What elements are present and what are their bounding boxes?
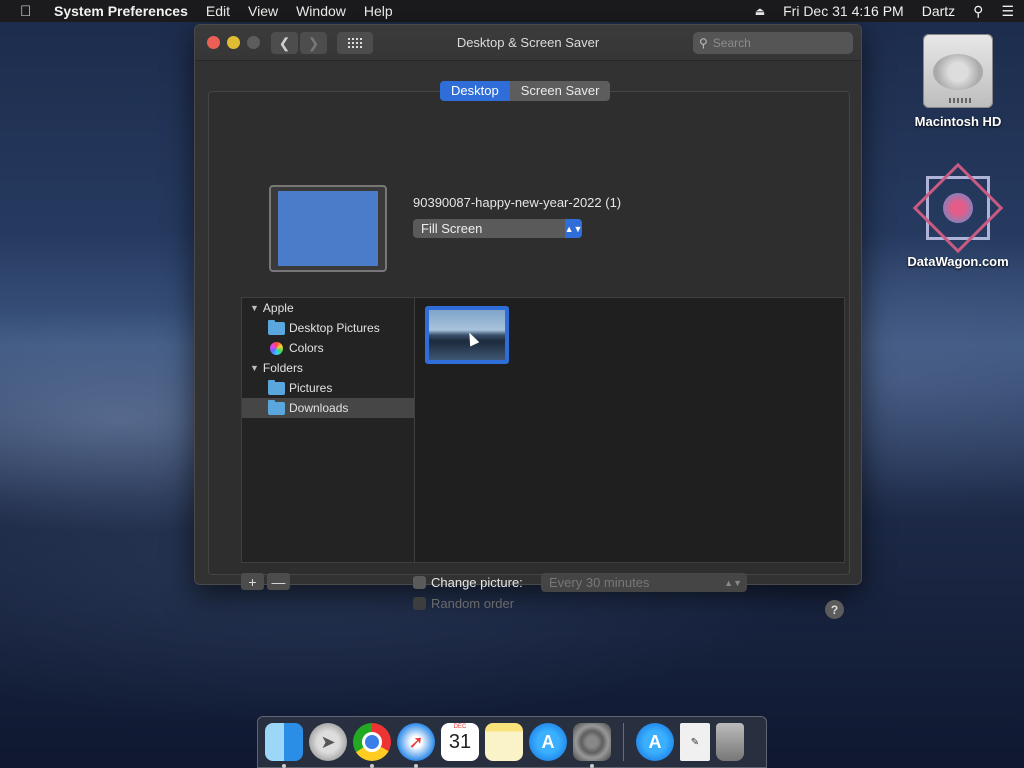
calendar-icon[interactable]: DEC 31 [441,723,479,761]
menu-bar:  System Preferences Edit View Window He… [0,0,1024,22]
menu-window[interactable]: Window [296,3,346,19]
safari-icon[interactable]: ➚ [397,723,435,768]
desktop-icon-macintosh-hd[interactable]: Macintosh HD [903,34,1013,129]
source-item-pictures[interactable]: Pictures [242,378,414,398]
help-button[interactable]: ? [825,600,844,619]
notification-center-icon[interactable]: ☰ [1001,3,1014,20]
change-picture-label: Change picture: [431,575,523,590]
system-preferences-icon[interactable] [573,723,611,768]
preferences-window: ❮ ❯ Desktop & Screen Saver ⚲ Search 9039… [194,24,862,619]
datawagon-icon [912,162,1004,254]
minimize-button[interactable] [227,36,240,49]
apple-menu-icon[interactable]:  [20,3,36,20]
search-field[interactable]: ⚲ Search [693,32,853,54]
add-folder-button[interactable]: + [241,573,264,590]
folder-icon [268,399,285,415]
chrome-icon[interactable] [353,723,391,768]
tab-screen-saver[interactable]: Screen Saver [509,81,611,101]
window-controls [207,36,260,49]
show-all-button[interactable] [337,32,373,54]
picture-grid [414,297,845,563]
fill-mode-select[interactable]: Fill Screen ▲▼ [413,219,582,238]
desktop-icon-label: DataWagon.com [907,254,1009,269]
updown-chevron-icon: ▲▼ [724,577,742,588]
fill-mode-value: Fill Screen [421,221,483,236]
random-order-checkbox[interactable] [413,597,426,610]
current-picture-preview [269,185,387,272]
current-picture-name: 90390087-happy-new-year-2022 (1) [413,195,622,210]
grid-icon [348,38,362,48]
source-item-colors[interactable]: Colors [242,338,414,358]
close-button[interactable] [207,36,220,49]
forward-button[interactable]: ❯ [300,32,327,54]
trash-icon[interactable] [716,723,744,761]
menu-help[interactable]: Help [364,3,393,19]
tab-bar: Desktop Screen Saver [440,81,611,101]
chevron-left-icon: ❮ [278,34,291,51]
folder-icon [268,379,285,395]
notes-icon[interactable] [485,723,523,761]
menu-app-name[interactable]: System Preferences [54,3,188,19]
app-store-download-icon[interactable]: A [636,723,674,761]
source-group-apple[interactable]: ▼ Apple [242,298,414,318]
random-order-label: Random order [431,596,515,611]
launchpad-icon[interactable]: ➤ [309,723,347,761]
dock-separator [623,723,624,761]
back-button[interactable]: ❮ [271,32,298,54]
disclosure-triangle-icon[interactable]: ▼ [250,303,259,313]
change-picture-checkbox[interactable] [413,576,426,589]
app-store-icon[interactable]: A [529,723,567,761]
document-icon[interactable]: ✎ [680,723,710,761]
menu-edit[interactable]: Edit [206,3,230,19]
dock: ➤ ➚ DEC 31 A A ✎ [257,716,767,768]
change-interval-select[interactable]: Every 30 minutes ▲▼ [541,573,747,592]
finder-icon[interactable] [265,723,303,768]
folder-icon [268,319,285,335]
updown-chevron-icon: ▲▼ [565,219,582,238]
source-group-folders[interactable]: ▼ Folders [242,358,414,378]
desktop-icon-label: Macintosh HD [914,114,1002,129]
spotlight-search-icon[interactable]: ⚲ [973,3,983,20]
source-list: ▼ Apple Desktop Pictures Colors ▼ Folder… [241,297,414,563]
chevron-right-icon: ❯ [307,34,320,51]
desktop-icon-datawagon[interactable]: DataWagon.com [903,162,1013,269]
clock[interactable]: Fri Dec 31 4:16 PM [783,3,904,19]
content-panel: 90390087-happy-new-year-2022 (1) Fill Sc… [208,91,850,619]
disclosure-triangle-icon[interactable]: ▼ [250,363,259,373]
source-item-downloads[interactable]: Downloads [242,398,414,418]
search-icon: ⚲ [699,36,708,50]
menu-extras: ⏏ Fri Dec 31 4:16 PM Dartz ⚲ ☰ [755,3,1014,20]
tab-desktop[interactable]: Desktop [440,81,510,101]
add-remove-buttons: + — [241,573,290,590]
navigation-buttons: ❮ ❯ [271,32,327,54]
menu-view[interactable]: View [248,3,278,19]
title-bar[interactable]: ❮ ❯ Desktop & Screen Saver ⚲ Search [195,25,861,61]
color-wheel-icon [270,341,283,355]
user-menu[interactable]: Dartz [922,3,955,19]
remove-folder-button[interactable]: — [267,573,290,590]
change-interval-value: Every 30 minutes [549,575,650,590]
search-placeholder: Search [712,36,751,50]
source-item-desktop-pictures[interactable]: Desktop Pictures [242,318,414,338]
eject-icon[interactable]: ⏏ [755,5,765,18]
hard-drive-icon [923,34,993,108]
zoom-button[interactable] [247,36,260,49]
preview-image [278,191,378,266]
